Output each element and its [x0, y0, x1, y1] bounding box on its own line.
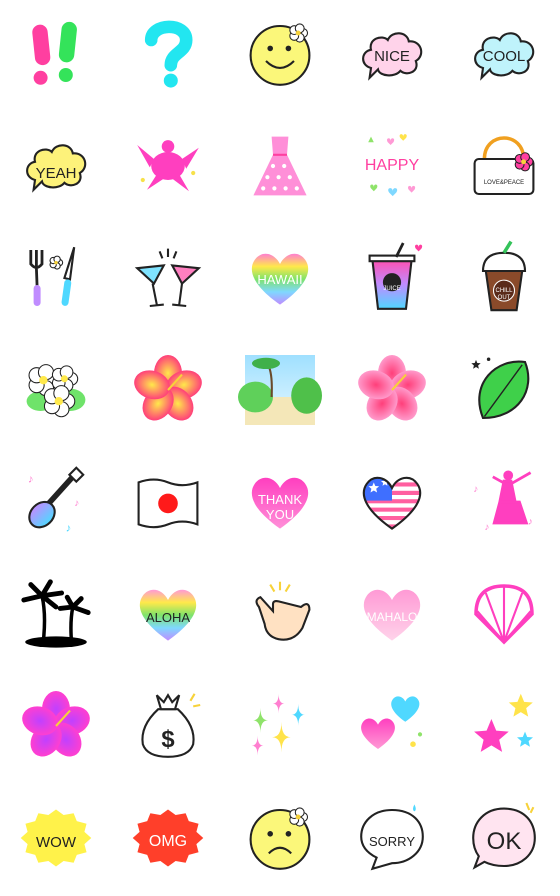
sticker-juice-cup[interactable]: JUICE	[336, 224, 448, 336]
sticker-smiley-flower[interactable]	[224, 0, 336, 112]
sticker-shaka-hand[interactable]	[224, 560, 336, 672]
heart-mahalo-icon	[357, 579, 427, 654]
hula-dancer-icon: ♪ ♪ ♪	[469, 467, 539, 542]
sticker-beach-path-photo[interactable]	[224, 336, 336, 448]
sticker-chill-out-drink[interactable]: CHILL OUT	[448, 224, 560, 336]
tote-bag-icon	[469, 131, 539, 206]
beach-path-photo-icon	[238, 354, 322, 430]
stars-icon	[469, 691, 539, 766]
sticker-monstera-leaf[interactable]	[448, 336, 560, 448]
sticker-japan-flag[interactable]	[112, 448, 224, 560]
sticker-hibiscus-red[interactable]	[112, 336, 224, 448]
heart-aloha-icon	[133, 579, 203, 654]
svg-text:♪: ♪	[473, 484, 478, 495]
burst-omg-icon	[132, 803, 204, 878]
sticker-burst-omg[interactable]: OMG	[112, 784, 224, 896]
hibiscus-red-icon	[133, 354, 203, 430]
sticker-hearts[interactable]	[336, 672, 448, 784]
sticker-hibiscus-magenta[interactable]	[0, 672, 112, 784]
sticker-speech-bubble-sorry[interactable]: SORRY	[336, 784, 448, 896]
sticker-hibiscus-pink[interactable]	[336, 336, 448, 448]
sticker-plumeria-flowers[interactable]	[0, 336, 112, 448]
speech-bubble-sorry-icon	[357, 803, 427, 878]
sticker-speech-bubble-ok[interactable]: OK	[448, 784, 560, 896]
sticker-speech-bubble-yeah[interactable]: YEAH	[0, 112, 112, 224]
speech-bubble-nice-icon	[357, 19, 427, 94]
sticker-money-bag[interactable]: $	[112, 672, 224, 784]
sticker-stars[interactable]	[448, 672, 560, 784]
sticker-hula-dancer[interactable]: ♪ ♪ ♪	[448, 448, 560, 560]
speech-bubble-ok-icon	[469, 802, 539, 878]
speech-bubble-yeah-icon	[21, 131, 91, 206]
svg-text:♪: ♪	[74, 498, 79, 509]
sea-turtle-icon	[133, 131, 203, 206]
svg-text:♪: ♪	[66, 522, 72, 534]
sparkles-icon	[245, 691, 315, 766]
juice-cup-icon	[357, 241, 427, 318]
money-bag-icon: $	[133, 691, 203, 766]
sticker-speech-bubble-nice[interactable]: NICE	[336, 0, 448, 112]
question-mark-icon	[133, 19, 203, 94]
sticker-heart-mahalo[interactable]: MAHALO	[336, 560, 448, 672]
sticker-cocktail-toast[interactable]	[112, 224, 224, 336]
sticker-double-exclamation[interactable]	[0, 0, 112, 112]
speech-bubble-cool-icon	[469, 19, 539, 94]
polka-dot-dress-icon	[245, 131, 315, 206]
smiley-flower-icon	[245, 19, 315, 94]
burst-wow-icon	[20, 803, 92, 878]
hearts-icon	[357, 691, 427, 766]
hibiscus-magenta-icon	[21, 690, 91, 766]
monstera-leaf-icon	[469, 355, 539, 430]
sticker-rainbow-heart-hawaii[interactable]: HAWAII	[224, 224, 336, 336]
svg-text:♪: ♪	[28, 473, 34, 485]
japan-flag-icon	[133, 467, 203, 542]
sticker-polka-dot-dress[interactable]	[224, 112, 336, 224]
chill-out-drink-icon	[469, 240, 539, 318]
cocktail-toast-icon	[133, 243, 203, 318]
sticker-palm-island[interactable]	[0, 560, 112, 672]
hibiscus-pink-icon	[357, 354, 427, 430]
sticker-sea-turtle[interactable]	[112, 112, 224, 224]
rainbow-heart-hawaii-icon	[245, 243, 315, 318]
heart-thank-you-icon	[245, 467, 315, 542]
sticker-question-mark[interactable]	[112, 0, 224, 112]
sticker-seashell[interactable]	[448, 560, 560, 672]
sticker-happy-hearts[interactable]: HAPPY	[336, 112, 448, 224]
svg-text:♪: ♪	[528, 516, 533, 527]
shaka-hand-icon	[245, 579, 315, 654]
sticker-grid: NICE COOL YEAH HAPPY LOVE&PEACE HAWAII JUICE CH…	[0, 0, 560, 896]
sticker-tote-bag[interactable]: LOVE&PEACE	[448, 112, 560, 224]
happy-hearts-icon	[357, 131, 427, 206]
sad-face-flower-icon	[245, 803, 315, 878]
ukulele-icon: ♪ ♪ ♪	[21, 465, 91, 542]
plumeria-flowers-icon	[21, 355, 91, 430]
seashell-icon	[469, 579, 539, 654]
sticker-heart-aloha[interactable]: ALOHA	[112, 560, 224, 672]
svg-text:♪: ♪	[484, 522, 489, 533]
sticker-burst-wow[interactable]: WOW	[0, 784, 112, 896]
palm-island-icon	[21, 578, 91, 654]
fork-knife-icon	[21, 243, 91, 318]
usa-flag-heart-icon	[357, 467, 427, 542]
sticker-heart-thank-you[interactable]: THANK YOU	[224, 448, 336, 560]
sticker-sad-face-flower[interactable]	[224, 784, 336, 896]
sticker-fork-knife[interactable]	[0, 224, 112, 336]
double-exclamation-icon	[21, 19, 91, 94]
svg-text:$: $	[161, 726, 174, 753]
sticker-sparkles[interactable]	[224, 672, 336, 784]
sticker-usa-flag-heart[interactable]	[336, 448, 448, 560]
sticker-speech-bubble-cool[interactable]: COOL	[448, 0, 560, 112]
sticker-ukulele[interactable]: ♪ ♪ ♪	[0, 448, 112, 560]
